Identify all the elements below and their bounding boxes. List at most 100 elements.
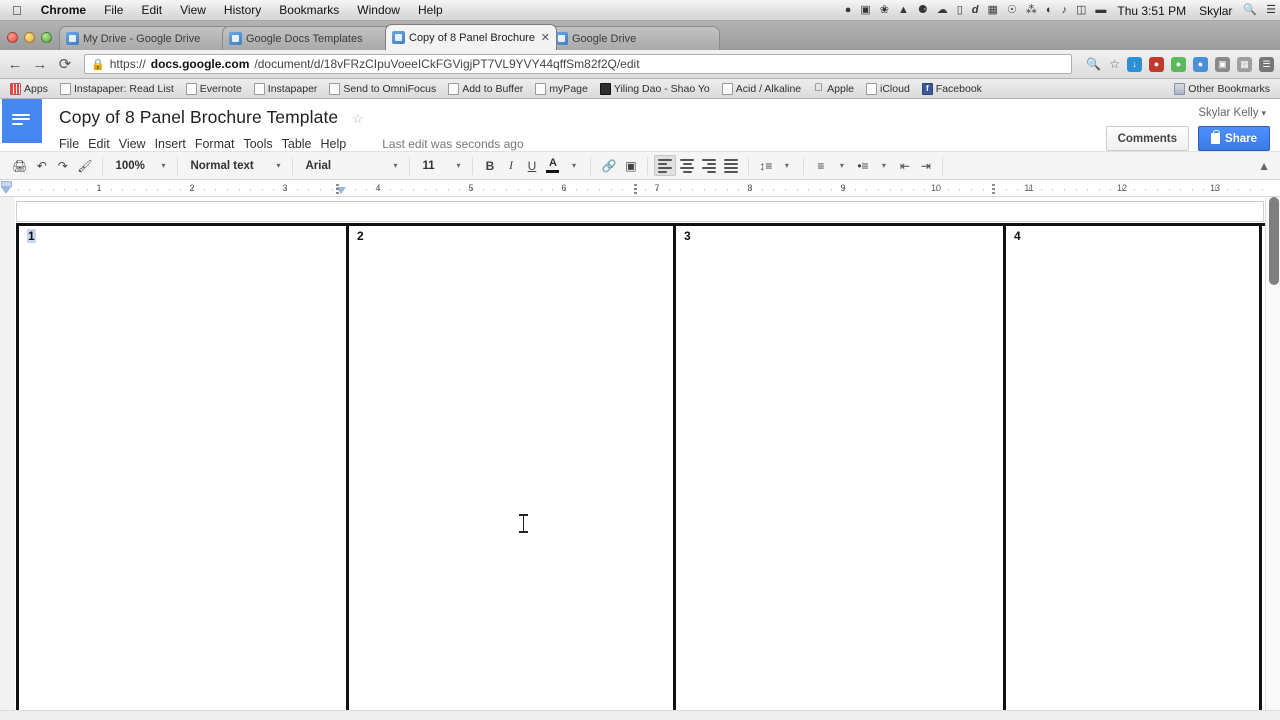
bookmark-add-to-buffer[interactable]: Add to Buffer <box>442 83 529 95</box>
mac-menu-edit[interactable]: Edit <box>132 3 171 17</box>
close-window-button[interactable] <box>7 32 18 43</box>
star-outline-icon[interactable]: ☆ <box>343 111 364 126</box>
mac-menu-view[interactable]: View <box>171 3 215 17</box>
browser-tab-my-drive[interactable]: My Drive - Google Drive <box>59 26 231 50</box>
bookmark-mypage[interactable]: myPage <box>529 83 594 95</box>
clock-icon[interactable]: ⚈ <box>918 5 928 16</box>
adblock-icon[interactable]: ● <box>1149 57 1164 72</box>
apple-logo-icon[interactable]:  <box>8 4 32 17</box>
close-tab-icon[interactable]: ✕ <box>537 31 550 44</box>
screenshot-icon[interactable]: ▣ <box>860 5 870 16</box>
flag-icon[interactable]: ▬ <box>1095 5 1106 16</box>
notification-center-icon[interactable]: ☰ <box>1266 5 1276 16</box>
menu-icon[interactable]: ☰ <box>1259 57 1274 72</box>
collapse-toolbar-button[interactable]: ▲ <box>1258 157 1270 175</box>
brochure-panel-3[interactable]: 3 <box>673 226 1003 711</box>
mac-menu-bookmarks[interactable]: Bookmarks <box>270 3 348 17</box>
account-menu[interactable]: Skylar Kelly▾ <box>1106 99 1270 119</box>
bookmark-icloud[interactable]: iCloud <box>860 83 916 95</box>
cloud-sync-icon[interactable]: ☉ <box>1007 5 1017 16</box>
ruler-tab-stop[interactable] <box>336 182 339 194</box>
link-icon[interactable]: 🔗 <box>597 155 620 176</box>
comments-button[interactable]: Comments <box>1106 126 1189 151</box>
bookmark-acid-alkaline[interactable]: Acid / Alkaline <box>716 83 807 95</box>
increase-indent-icon[interactable]: ⇥ <box>915 155 936 176</box>
bookmark-facebook[interactable]: f Facebook <box>916 83 988 95</box>
ruler-tab-stop[interactable] <box>634 182 637 194</box>
google-drive-icon[interactable]: ▲ <box>898 5 909 16</box>
paragraph-style-dropdown[interactable]: Normal text ▾ <box>184 155 286 176</box>
display-icon[interactable]: ▯ <box>957 5 963 16</box>
brochure-panel-1[interactable]: 1 <box>16 226 346 711</box>
bulleted-list-icon[interactable]: •≡ <box>852 155 873 176</box>
bookmark-instapaper[interactable]: Instapaper <box>248 83 324 95</box>
brochure-panel-4[interactable]: 4 <box>1003 226 1262 711</box>
bookmark-apps[interactable]: Apps <box>4 83 54 95</box>
align-left-icon[interactable] <box>654 155 676 176</box>
redo-icon[interactable]: ↷ <box>52 155 73 176</box>
bluetooth-icon[interactable]: ⁂ <box>1026 5 1037 16</box>
numbered-list-caret-icon[interactable]: ▾ <box>831 155 852 176</box>
image-icon[interactable]: ▣ <box>620 155 641 176</box>
browser-tab-brochure-active[interactable]: Copy of 8 Panel Brochure ✕ <box>385 24 557 50</box>
wifi-icon[interactable]: ◐ <box>1046 5 1053 16</box>
mac-menu-history[interactable]: History <box>215 3 270 17</box>
bookmark-evernote[interactable]: Evernote <box>180 83 248 95</box>
maximize-window-button[interactable] <box>41 32 52 43</box>
extension-green-icon[interactable]: ● <box>1171 57 1186 72</box>
star-icon[interactable]: ☆ <box>1109 57 1120 71</box>
bookmark-yiling-dao[interactable]: Yiling Dao - Shao Yo <box>594 83 716 95</box>
download-icon[interactable]: ↓ <box>1127 57 1142 72</box>
text-color-caret-icon[interactable]: ▾ <box>563 155 584 176</box>
indent-marker-icon[interactable] <box>1 181 12 194</box>
equalizer-icon[interactable]: ▦ <box>988 5 998 16</box>
undo-icon[interactable]: ↶ <box>31 155 52 176</box>
document-canvas[interactable]: 1 2 3 4 <box>0 197 1280 720</box>
bulleted-list-caret-icon[interactable]: ▾ <box>873 155 894 176</box>
align-justify-icon[interactable] <box>720 155 742 176</box>
mac-clock[interactable]: Thu 3:51 PM <box>1115 4 1188 18</box>
mac-menu-file[interactable]: File <box>95 3 132 17</box>
mac-menu-help[interactable]: Help <box>409 3 452 17</box>
bowler-hat-icon[interactable]: ☁ <box>937 5 948 16</box>
document-scrollbar[interactable] <box>1265 197 1280 720</box>
text-color-button[interactable]: A <box>542 155 563 176</box>
underline-button[interactable]: U <box>521 155 542 176</box>
bold-button[interactable]: B <box>479 155 500 176</box>
document-page[interactable]: 1 2 3 4 <box>15 197 1265 710</box>
clear-formatting-icon[interactable]: ⅈ𝕈 <box>949 155 970 176</box>
document-ruler[interactable]: 12345678910111213 <box>0 180 1280 197</box>
zoom-icon[interactable]: 🔍 <box>1086 57 1101 71</box>
align-center-icon[interactable] <box>676 155 698 176</box>
last-edit-status[interactable]: Last edit was seconds ago <box>355 137 523 151</box>
address-bar[interactable]: 🔒 https://docs.google.com/document/d/18v… <box>84 54 1072 74</box>
page-header-row[interactable] <box>16 201 1264 222</box>
align-right-icon[interactable] <box>698 155 720 176</box>
search-icon[interactable]: 🔍 <box>1243 5 1257 16</box>
brochure-table[interactable]: 1 2 3 4 <box>16 223 1265 708</box>
numbered-list-icon[interactable]: ≡ <box>810 155 831 176</box>
volume-icon[interactable]: ♪ <box>1061 5 1067 16</box>
window-ext-icon[interactable]: ▦ <box>1237 57 1252 72</box>
reload-button[interactable]: ⟳ <box>56 57 74 72</box>
evernote-icon[interactable]: ❀ <box>880 5 889 16</box>
brochure-panel-2[interactable]: 2 <box>346 226 673 711</box>
mac-menu-window[interactable]: Window <box>348 3 409 17</box>
font-family-dropdown[interactable]: Arial ▾ <box>299 155 403 176</box>
line-spacing-icon[interactable]: ↕≡ <box>755 155 776 176</box>
bookmark-other-bookmarks[interactable]: Other Bookmarks <box>1168 83 1276 95</box>
extension-blue-icon[interactable]: ● <box>1193 57 1208 72</box>
line-spacing-caret-icon[interactable]: ▾ <box>776 155 797 176</box>
bookmark-apple[interactable]:  Apple <box>807 83 860 95</box>
document-title[interactable]: Copy of 8 Panel Brochure Template <box>59 107 338 128</box>
browser-tab-google-drive[interactable]: Google Drive <box>548 26 720 50</box>
screenshot-ext-icon[interactable]: ▣ <box>1215 57 1230 72</box>
mac-menu-chrome[interactable]: Chrome <box>32 3 95 17</box>
ruler-tab-stop[interactable] <box>992 182 995 194</box>
forward-button[interactable]: → <box>31 57 49 72</box>
print-icon[interactable]: 🖨 <box>8 155 31 176</box>
bookmark-instapaper-read-list[interactable]: Instapaper: Read List <box>54 83 180 95</box>
italic-button[interactable]: I <box>500 155 521 176</box>
back-button[interactable]: ← <box>6 57 24 72</box>
dropbox-icon[interactable]: ● <box>845 5 852 16</box>
